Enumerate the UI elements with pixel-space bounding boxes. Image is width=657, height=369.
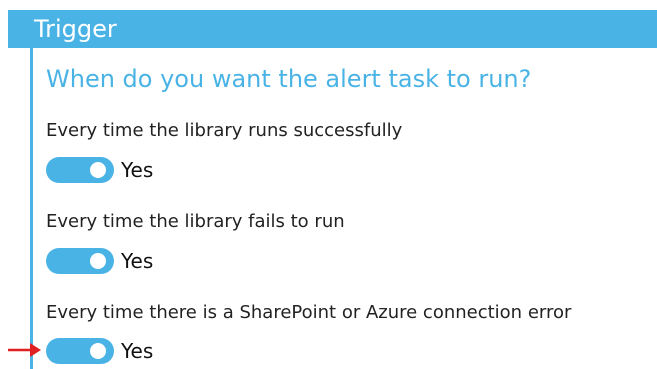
- trigger-question: When do you want the alert task to run?: [46, 65, 532, 93]
- toggle-knob: [90, 343, 106, 359]
- toggle-state-failure: Yes: [121, 249, 154, 273]
- toggle-failure[interactable]: [46, 248, 114, 274]
- option-label-success: Every time the library runs successfully: [46, 120, 403, 141]
- toggle-state-success: Yes: [121, 158, 154, 182]
- option-label-failure: Every time the library fails to run: [46, 211, 345, 232]
- toggle-connection-error[interactable]: [46, 338, 114, 364]
- option-label-connection-error: Every time there is a SharePoint or Azur…: [46, 302, 572, 323]
- red-arrow-icon: [8, 343, 41, 357]
- section-rail: [30, 48, 33, 369]
- toggle-knob: [90, 162, 106, 178]
- toggle-success[interactable]: [46, 157, 114, 183]
- toggle-state-connection-error: Yes: [121, 339, 154, 363]
- toggle-knob: [90, 253, 106, 269]
- section-header: Trigger: [8, 10, 657, 48]
- section-title: Trigger: [34, 15, 117, 43]
